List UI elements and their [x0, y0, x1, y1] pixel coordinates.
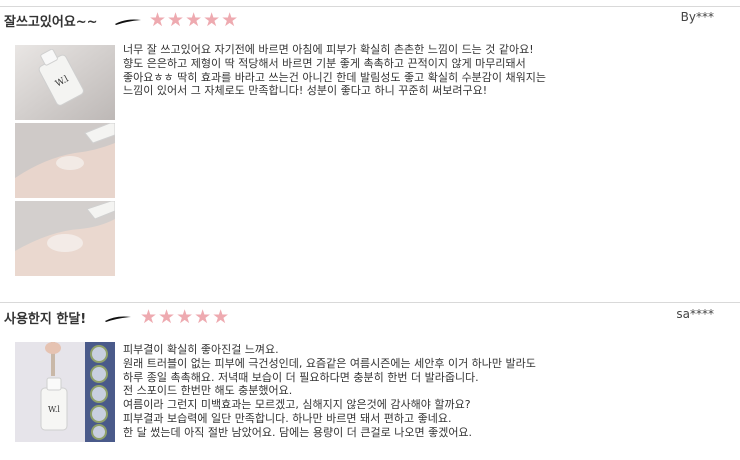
review-line: 피부결이 확실히 좋아진걸 느껴요.: [123, 343, 279, 356]
review-line: 향도 은은하고 제형이 딱 적당해서 바르면 기분 좋게 촉촉하고 끈적이지 않…: [123, 56, 526, 70]
review-line: 전 스포이드 한번만 해도 충분했어요.: [123, 384, 293, 398]
svg-text:W.l: W.l: [48, 405, 60, 414]
review-line: 너무 잘 쓰고있어요 자기전에 바르면 아침에 피부가 확실히 촌촌한 느낌이 …: [123, 43, 534, 56]
review-line: 피부결과 보습력에 일단 만족합니다. 하나만 바르면 돼서 편하고 좋네요.: [123, 411, 452, 425]
review-photo-hand[interactable]: [15, 123, 115, 198]
swoosh-icon: [115, 19, 141, 25]
review-card: 사용한지 한달! ★★★★★ sa**** W.l 피부결이 확실히 좋아진걸 …: [0, 298, 740, 460]
review-photo-hand-applied[interactable]: [15, 201, 115, 276]
review-line: 여름이라 그런지 미백효과는 모르겠고, 심해지지 않은것에 감사해야 할까요?: [123, 398, 471, 412]
review-title: 사용한지 한달!: [4, 312, 87, 327]
review-line: 하루 종일 촉촉해요. 저녁때 보습이 더 필요하다면 충분히 한번 더 발라줍…: [123, 370, 479, 384]
star-rating: ★★★★★: [149, 9, 240, 31]
review-author: sa****: [676, 307, 714, 321]
review-body: 너무 잘 쓰고있어요 자기전에 바르면 아침에 피부가 확실히 촌촌한 느낌이 …: [123, 43, 723, 98]
review-line: 느낌이 있어서 그 자체로도 만족합니다! 성분이 좋다고 하니 꾸준히 써보려…: [123, 84, 488, 98]
review-body: 피부결이 확실히 좋아진걸 느껴요. 원래 트러블이 없는 피부에 극건성인데,…: [123, 343, 723, 440]
review-line: 한 달 썼는데 아직 절반 남았어요. 담에는 용량이 더 큰걸로 나오면 좋겠…: [123, 425, 473, 439]
swoosh-icon: [105, 316, 131, 322]
review-title: 잘쓰고있어요~~: [4, 15, 98, 30]
review-photo-dropper[interactable]: W.l: [15, 342, 115, 442]
review-author: By***: [680, 10, 714, 24]
review-photo-bottle[interactable]: W.l: [15, 45, 115, 120]
review-card: 잘쓰고있어요~~ ★★★★★ By*** W.l 너무 잘 쓰고있어요 자기전에…: [0, 0, 740, 296]
review-line: 좋아요ㅎㅎ 딱히 효과를 바라고 쓰는건 아니긴 한데 발림성도 좋고 확실히 …: [123, 70, 547, 84]
review-line: 원래 트러블이 없는 피부에 극건성인데, 요즘같은 여름시즌에는 세안후 이거…: [123, 356, 536, 370]
star-rating: ★★★★★: [140, 306, 231, 328]
